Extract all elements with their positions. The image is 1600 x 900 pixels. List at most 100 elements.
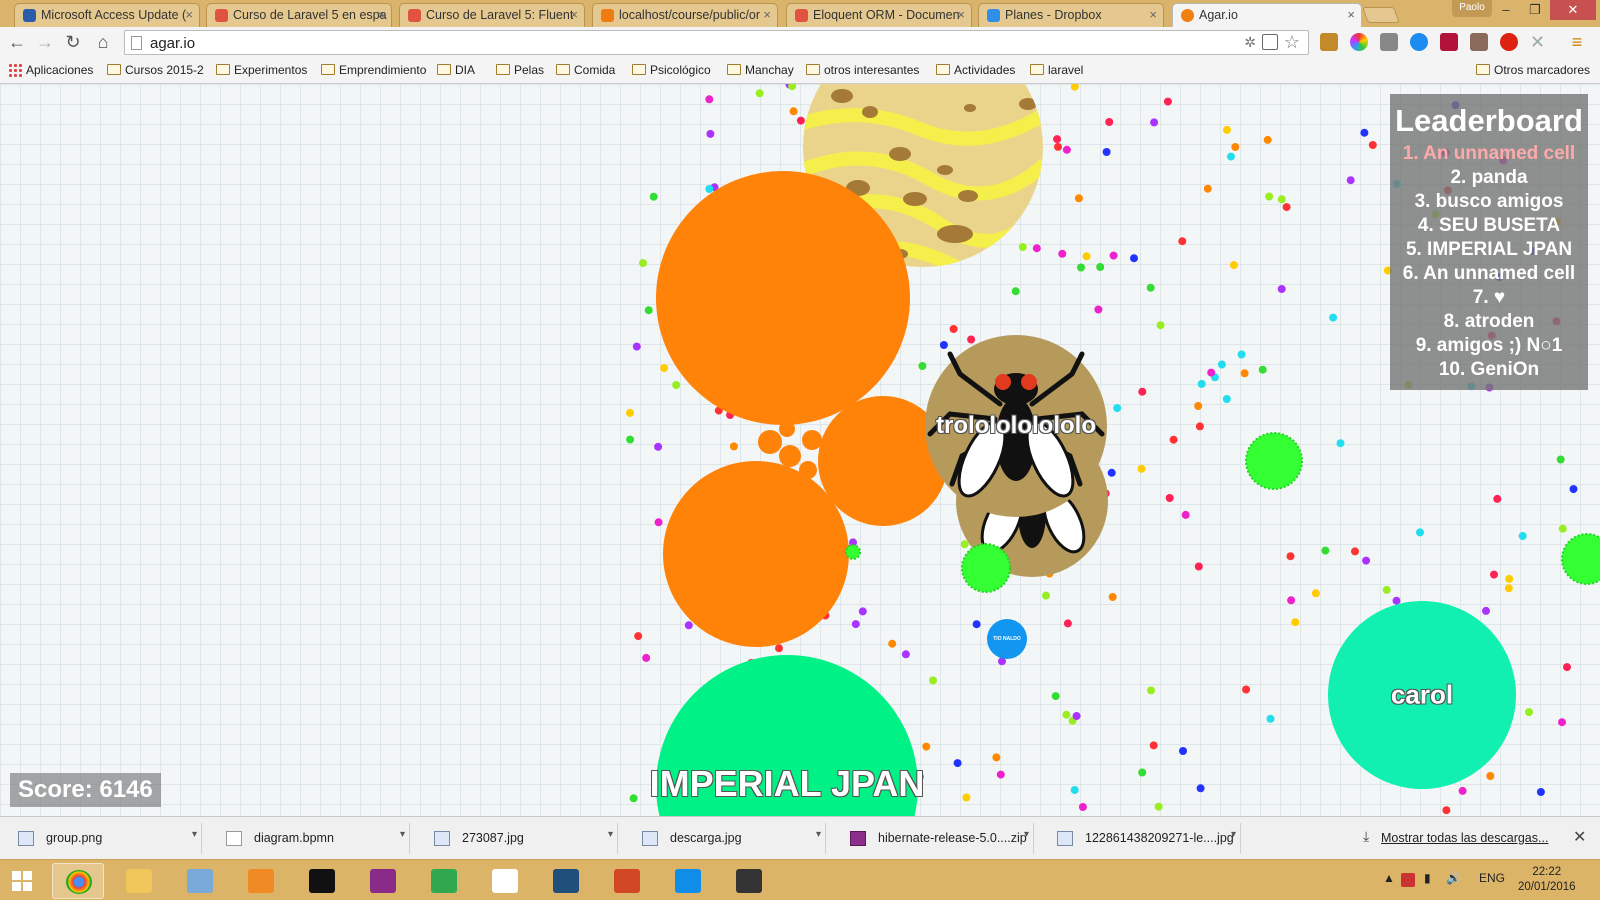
close-tab-icon[interactable]: × [763, 7, 771, 22]
chat-extension-icon[interactable] [1380, 33, 1398, 51]
bookmark-item[interactable]: Experimentos [216, 63, 307, 77]
taskbar-control-panel[interactable] [174, 863, 226, 899]
maximize-icon[interactable]: ❐ [1521, 0, 1549, 20]
archive-icon [850, 831, 866, 846]
close-tab-icon[interactable]: × [957, 7, 965, 22]
forward-icon[interactable]: → [34, 31, 56, 53]
cross-extension-icon[interactable]: ✕ [1530, 33, 1548, 51]
tab-title: Curso de Laravel 5: Fluent [426, 8, 574, 22]
leaderboard-entry: 4. SEU BUSETA [1417, 215, 1561, 236]
browser-tab[interactable]: Eloquent ORM - Documen × [786, 3, 972, 27]
tray-expand-icon[interactable]: ▲ [1383, 871, 1395, 885]
close-tab-icon[interactable]: × [185, 7, 193, 22]
browser-tab[interactable]: Planes - Dropbox × [978, 3, 1164, 27]
start-button[interactable] [12, 871, 32, 891]
bookmark-star-icon[interactable]: ☆ [1284, 32, 1300, 53]
bookmark-item[interactable]: Emprendimiento [321, 63, 426, 77]
bookmark-label: laravel [1048, 63, 1084, 77]
laravel-favicon-icon [795, 9, 808, 22]
bookmark-item[interactable]: Comida [556, 63, 615, 77]
settings-gear-icon[interactable]: ✲ [1244, 34, 1256, 51]
browser-tab[interactable]: Curso de Laravel 5: Fluent × [399, 3, 585, 27]
bookmark-item[interactable]: otros interesantes [806, 63, 919, 77]
taskbar-apps-grid[interactable] [479, 863, 531, 899]
close-tab-icon[interactable]: × [377, 7, 385, 22]
bookmark-item[interactable]: Aplicaciones [8, 63, 93, 77]
food-pellet [1222, 395, 1231, 403]
taskbar-mysql-workbench[interactable] [540, 863, 592, 899]
back-icon[interactable]: ← [6, 31, 28, 53]
bookmark-item[interactable]: laravel [1030, 63, 1083, 77]
menu-icon[interactable]: ≡ [1566, 31, 1588, 53]
game-world[interactable] [0, 84, 1600, 816]
close-tab-icon[interactable]: × [570, 7, 578, 22]
close-downloads-icon[interactable]: ✕ [1573, 827, 1586, 847]
bookmark-item[interactable]: Cursos 2015-2 [107, 63, 204, 77]
taskbar-sublime-text[interactable] [723, 863, 775, 899]
download-options-icon[interactable]: ▾ [816, 829, 821, 840]
other-bookmarks[interactable]: Otros marcadores [1476, 63, 1590, 77]
folder-icon [556, 64, 570, 75]
reload-icon[interactable]: ↻ [62, 31, 84, 53]
color-picker-icon[interactable] [1350, 33, 1368, 51]
home-icon[interactable]: ⌂ [92, 31, 114, 53]
download-options-icon[interactable]: ▾ [400, 829, 405, 840]
food-pellet [1518, 532, 1527, 540]
download-item[interactable]: 122861438209271-le....jpg ▾ [1045, 823, 1241, 854]
network-icon[interactable]: ▮ [1424, 871, 1431, 885]
food-pellet [1490, 570, 1498, 579]
food-pellet [1336, 439, 1345, 448]
taskbar-chrome[interactable] [52, 863, 104, 899]
taskbar-heidisql[interactable] [418, 863, 470, 899]
minimize-icon[interactable]: – [1492, 0, 1520, 20]
extension-icon[interactable] [1470, 33, 1488, 51]
bookmark-item[interactable]: Actividades [936, 63, 1015, 77]
download-item[interactable]: hibernate-release-5.0....zip ▾ [838, 823, 1034, 854]
address-bar[interactable]: agar.io ☆ ✲ [124, 30, 1309, 55]
extension-toolbar-icon[interactable] [1320, 33, 1338, 51]
translate-icon[interactable] [1262, 34, 1278, 50]
taskbar-command-prompt[interactable] [296, 863, 348, 899]
close-tab-icon[interactable]: × [1347, 7, 1355, 22]
profile-button[interactable]: Paolo [1452, 0, 1492, 17]
bookmark-item[interactable]: Psicológico [632, 63, 711, 77]
volume-icon[interactable]: 🔊 [1446, 871, 1461, 885]
show-all-downloads-link[interactable]: Mostrar todas las descargas... [1381, 831, 1548, 845]
download-options-icon[interactable]: ▾ [1024, 829, 1029, 840]
food-pellet [1146, 283, 1155, 292]
bookmark-item[interactable]: Pelas [496, 63, 544, 77]
close-tab-icon[interactable]: × [1149, 7, 1157, 22]
app-extension-icon[interactable] [1440, 33, 1458, 51]
download-item[interactable]: descarga.jpg ▾ [630, 823, 826, 854]
game-canvas[interactable]: trololololololo carol IMPERIAL JPAN TIO … [0, 84, 1600, 816]
download-item[interactable]: group.png ▾ [6, 823, 202, 854]
browser-tab[interactable]: Curso de Laravel 5 en espa × [206, 3, 392, 27]
messenger-extension-icon[interactable] [1410, 33, 1428, 51]
language-indicator[interactable]: ENG [1479, 871, 1505, 885]
bookmark-item[interactable]: Manchay [727, 63, 794, 77]
browser-tab[interactable]: Microsoft Access Update (× [14, 3, 200, 27]
leaderboard: Leaderboard 1. An unnamed cell 2. panda 3.… [1390, 94, 1588, 390]
download-options-icon[interactable]: ▾ [608, 829, 613, 840]
browser-tab[interactable]: localhost/course/public/or × [592, 3, 778, 27]
bookmark-item[interactable]: DIA [437, 63, 475, 77]
download-item[interactable]: 273087.jpg ▾ [422, 823, 618, 854]
taskbar-phpstorm[interactable] [357, 863, 409, 899]
close-window-icon[interactable]: ✕ [1550, 0, 1596, 20]
taskbar-file-explorer[interactable] [113, 863, 165, 899]
browser-tab[interactable]: Agar.io × [1172, 3, 1362, 27]
opera-extension-icon[interactable] [1500, 33, 1518, 51]
food-pellet [851, 620, 860, 629]
system-clock[interactable]: 22:22 20/01/2016 [1518, 865, 1576, 895]
new-tab-button[interactable] [1362, 7, 1400, 23]
taskbar-teamviewer[interactable] [662, 863, 714, 899]
taskbar-powerpoint[interactable] [601, 863, 653, 899]
bookmark-label: Experimentos [234, 63, 308, 77]
food-pellet [1287, 596, 1296, 605]
download-options-icon[interactable]: ▾ [1231, 829, 1236, 840]
food-pellet [1231, 143, 1240, 151]
download-item[interactable]: diagram.bpmn ▾ [214, 823, 410, 854]
taskbar-sublime-orange[interactable] [235, 863, 287, 899]
tray-flag-icon[interactable] [1401, 873, 1415, 887]
download-options-icon[interactable]: ▾ [192, 829, 197, 840]
